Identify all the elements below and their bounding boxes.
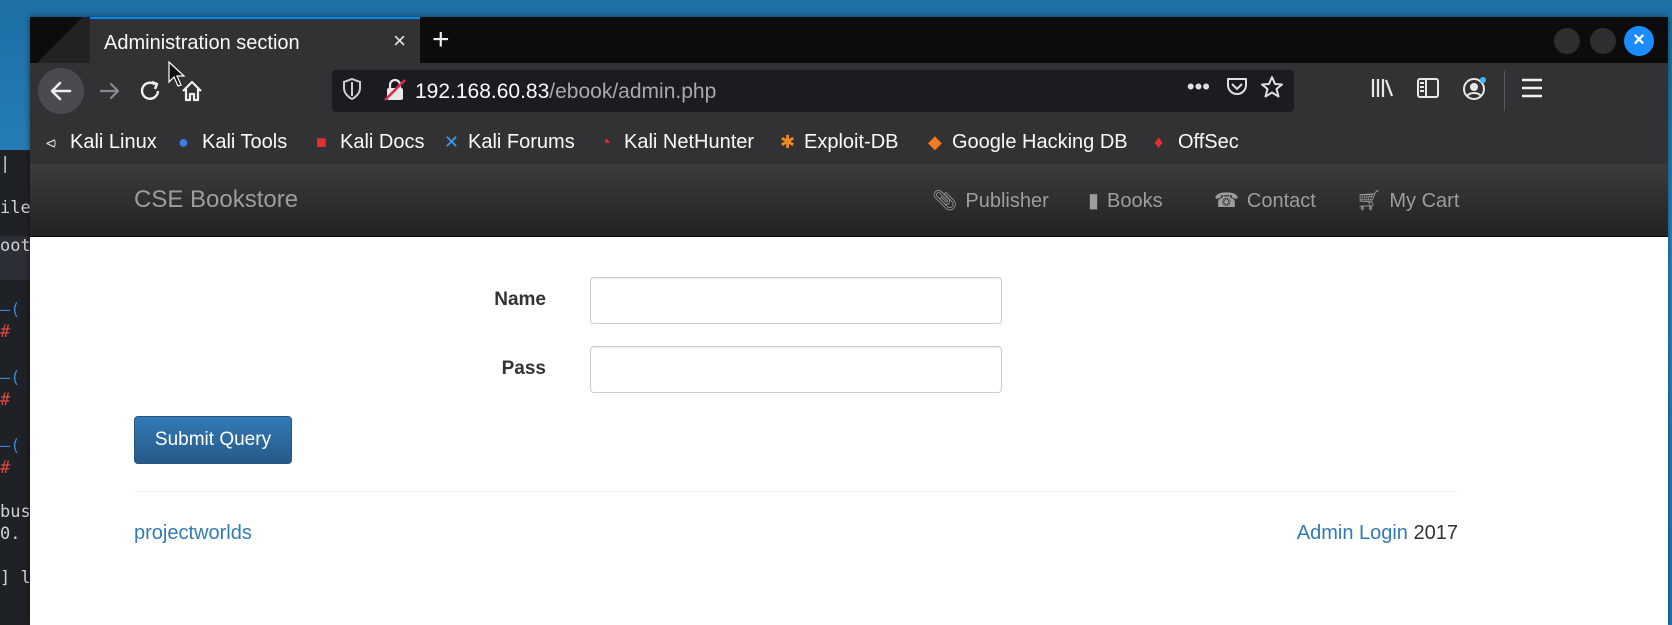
nav-books-label: Books	[1107, 190, 1163, 212]
nav-contact-label: Contact	[1246, 190, 1316, 212]
terminal-line: 0.	[0, 524, 21, 544]
mouse-cursor-icon	[168, 61, 186, 87]
bookmark-kali-nethunter[interactable]: ◔ Kali NetHunter	[600, 131, 754, 154]
phone-icon: ☎	[1214, 190, 1239, 212]
back-button[interactable]	[38, 68, 84, 114]
footer-year: 2017	[1407, 522, 1458, 544]
bookmark-label: Google Hacking DB	[952, 131, 1128, 153]
bookmark-label: Kali NetHunter	[624, 131, 755, 153]
site-brand[interactable]: CSE Bookstore	[134, 186, 298, 214]
bookmark-star-icon[interactable]	[1260, 75, 1284, 106]
offsec-icon: ♦	[1154, 132, 1164, 152]
browser-toolbar: 192.168.60.83/ebook/admin.php •••	[30, 63, 1668, 119]
kali-dragon-icon: ⪦	[46, 132, 57, 152]
account-icon[interactable]	[1462, 77, 1488, 107]
bookmark-label: Kali Linux	[70, 131, 157, 153]
reload-button[interactable]	[128, 69, 172, 113]
bookmark-label: OffSec	[1178, 131, 1239, 153]
library-icon[interactable]	[1370, 77, 1394, 105]
bookmark-label: Exploit-DB	[804, 131, 899, 153]
terminal-line: —(	[0, 436, 21, 456]
url-bar[interactable]: 192.168.60.83/ebook/admin.php •••	[332, 70, 1294, 112]
window-close-button[interactable]: ×	[1624, 26, 1654, 56]
footer-projectworlds-link[interactable]: projectworlds	[134, 522, 252, 545]
maximize-button[interactable]	[1590, 28, 1616, 54]
new-tab-button[interactable]: +	[432, 23, 450, 57]
tab-title: Administration section	[104, 32, 300, 54]
bookmark-kali-forums[interactable]: ✕ Kali Forums	[444, 131, 575, 154]
pass-label: Pass	[501, 358, 546, 379]
name-input[interactable]	[590, 277, 1002, 324]
terminal-line: #	[0, 458, 11, 478]
bookmark-offsec[interactable]: ♦ OffSec	[1154, 131, 1239, 154]
tab-active[interactable]: Administration section ×	[90, 17, 420, 63]
google-hacking-db-icon: ◆	[928, 132, 942, 152]
bookmark-label: Kali Docs	[340, 131, 425, 153]
toolbar-separator	[1504, 71, 1505, 111]
nav-cart-label: My Cart	[1389, 190, 1460, 212]
nav-publisher-label: Publisher	[965, 190, 1049, 212]
tracking-shield-icon[interactable]	[342, 77, 362, 105]
browser-window: Administration section × + × 192.168.60.…	[30, 17, 1668, 625]
tab-bar-corner	[30, 17, 90, 63]
url-text[interactable]: 192.168.60.83/ebook/admin.php	[415, 80, 716, 104]
name-label: Name	[494, 289, 546, 310]
tab-close-icon[interactable]: ×	[393, 28, 406, 54]
terminal-line: ile	[0, 198, 31, 218]
bookmark-kali-tools[interactable]: ● Kali Tools	[178, 131, 287, 154]
reload-icon	[140, 80, 160, 100]
terminal-line: |	[0, 154, 11, 174]
cart-icon: 🛒︎	[1356, 190, 1382, 212]
terminal-line: oot	[0, 236, 34, 280]
kali-nethunter-icon: ◔	[600, 132, 611, 152]
kali-forums-icon: ✕	[444, 132, 460, 152]
url-path: /ebook/admin.php	[549, 80, 717, 103]
menu-icon[interactable]	[1520, 75, 1544, 106]
bookmark-label: Kali Tools	[202, 131, 288, 153]
sidebar-icon[interactable]	[1416, 77, 1440, 105]
bookmark-kali-docs[interactable]: ■ Kali Docs	[316, 131, 424, 154]
bookmarks-toolbar: ⪦ Kali Linux ● Kali Tools ■ Kali Docs ✕ Kali…	[30, 119, 1668, 165]
forward-button[interactable]	[88, 69, 132, 113]
terminal-line: —(	[0, 300, 21, 320]
pass-input[interactable]	[590, 346, 1002, 393]
insecure-lock-icon[interactable]	[384, 78, 406, 102]
paperclip-icon: 📎︎	[932, 190, 958, 212]
bookmark-google-hacking-db[interactable]: ◆ Google Hacking DB	[928, 131, 1128, 154]
background-terminal: | ile oot —( # —( # —( # bus 0. ] l	[0, 150, 34, 625]
terminal-line: ] l	[0, 568, 31, 588]
bookmark-kali-linux[interactable]: ⪦ Kali Linux	[46, 131, 157, 154]
tab-bar: Administration section × + ×	[30, 17, 1668, 63]
nav-contact[interactable]: ☎ Contact	[1214, 188, 1316, 213]
book-icon: ▮	[1088, 190, 1100, 212]
footer-right: Admin Login 2017	[1297, 522, 1458, 545]
terminal-line: #	[0, 390, 11, 410]
minimize-button[interactable]	[1554, 28, 1580, 54]
terminal-line: —(	[0, 368, 21, 388]
kali-docs-icon: ■	[316, 132, 327, 152]
pocket-icon[interactable]	[1226, 77, 1248, 103]
admin-login-link[interactable]: Admin Login	[1297, 522, 1408, 544]
site-navbar: CSE Bookstore 📎︎ Publisher ▮ Books ☎ Contac…	[30, 164, 1668, 237]
arrow-right-icon	[99, 82, 120, 100]
exploit-db-icon: ✱	[780, 132, 796, 152]
terminal-line: bus	[0, 502, 31, 522]
terminal-line: #	[0, 322, 11, 342]
page-actions-menu-icon[interactable]: •••	[1187, 74, 1210, 100]
nav-books[interactable]: ▮ Books	[1088, 188, 1163, 213]
submit-query-button[interactable]: Submit Query	[134, 416, 292, 464]
arrow-left-icon	[50, 81, 72, 101]
bookmark-exploit-db[interactable]: ✱ Exploit-DB	[780, 131, 898, 154]
nav-cart[interactable]: 🛒︎ My Cart	[1356, 188, 1459, 213]
footer-divider	[134, 491, 1458, 492]
bookmark-label: Kali Forums	[468, 131, 575, 153]
url-host: 192.168.60.83	[415, 80, 550, 103]
nav-publisher[interactable]: 📎︎ Publisher	[932, 188, 1049, 213]
kali-tools-icon: ●	[178, 132, 189, 152]
